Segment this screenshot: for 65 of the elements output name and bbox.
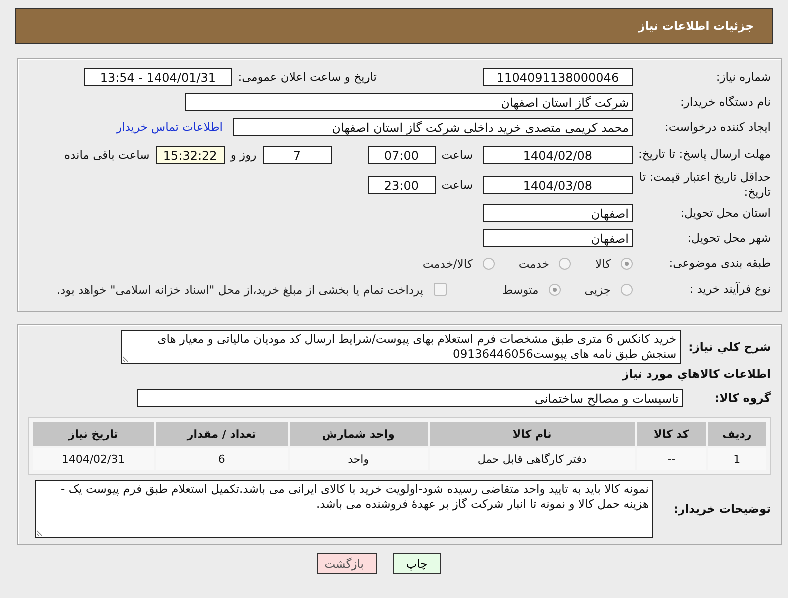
field-label: گروه کالا:: [714, 391, 771, 405]
checkbox[interactable]: [434, 283, 447, 296]
description-box[interactable]: خرید کانکس 6 متری طبق مشخصات فرم استعلام بهای پیوست/شرایط ارسال کد مودیان مالیاتی و معیار های سنجش طبق نامه های پیوست09136446056: [120, 330, 681, 364]
option-label: متوسط: [502, 282, 539, 296]
text-field[interactable]: اصفهان: [483, 204, 633, 222]
notes-box[interactable]: نمونه کالا باید به تایید واحد متقاضی رسیده شود-اولویت خرید با کالای ایرانی می باشد.تکمیل استعلام طبق فرم پیوست یک - هزینه حمل کالا و نمونه تا انبار شرکت گاز بر عهدهٔ فروشنده می باشد.: [35, 480, 653, 538]
field-label: استان محل تحویل:: [680, 206, 771, 220]
option-label: پرداخت تمام یا بخشی از مبلغ خرید،از محل "اسناد خزانه اسلامی" خواهد بود.: [56, 282, 424, 296]
table-cell: 6: [156, 448, 288, 470]
text-field[interactable]: تاسیسات و مصالح ساختمانی: [137, 389, 683, 407]
field-label: ساعت: [442, 178, 473, 192]
resize-grip-icon[interactable]: [122, 356, 129, 362]
table-cell: 1404/02/31: [33, 448, 154, 470]
countdown-field[interactable]: 15:32:22: [156, 146, 225, 164]
column-header: نام کالا: [430, 422, 636, 446]
column-header: واحد شمارش: [290, 422, 428, 446]
option-label: جزیی: [584, 282, 611, 296]
print-button[interactable]: چاپ: [393, 553, 441, 574]
field-label: مهلت ارسال پاسخ: تا تاریخ:: [637, 147, 771, 162]
column-header: ردیف: [708, 422, 766, 446]
page-title: جزئیات اطلاعات نیاز: [638, 19, 754, 33]
field-label: شماره نیاز:: [715, 70, 771, 84]
field-label: توضیحات خریدار:: [672, 502, 771, 516]
notes-text: نمونه کالا باید به تایید واحد متقاضی رسیده شود-اولویت خرید با کالای ایرانی می باشد.تکمیل استعلام طبق فرم پیوست یک - هزینه حمل کالا و نمونه تا انبار شرکت گاز بر عهدهٔ فروشنده می باشد.: [60, 482, 649, 512]
section-heading: اطلاعات کالاهاي مورد نياز: [621, 367, 771, 381]
text-field[interactable]: 1404/03/08: [483, 176, 633, 194]
field-label: شهر محل تحویل:: [686, 230, 771, 246]
option-label: خدمت: [518, 256, 550, 270]
column-header: تاریخ نیاز: [33, 422, 154, 446]
option-label: کالا/خدمت: [422, 256, 473, 270]
radio-button[interactable]: [621, 284, 633, 296]
field-label: نوع فرآیند خرید :: [688, 282, 771, 297]
text-field[interactable]: اصفهان: [483, 229, 633, 247]
field-label: شرح کلي نياز:: [688, 340, 771, 354]
back-button[interactable]: بازگشت: [317, 553, 377, 574]
radio-button[interactable]: [548, 284, 561, 296]
text-field[interactable]: 07:00: [368, 146, 436, 164]
radio-button[interactable]: [559, 258, 572, 270]
text-field[interactable]: محمد کریمی متصدی خرید داخلی شرکت گاز استان اصفهان: [233, 118, 633, 136]
field-label: ایجاد کننده درخواست:: [664, 120, 771, 134]
field-label: ساعت: [442, 148, 473, 162]
field-label: طبقه بندی موضوعی:: [668, 256, 771, 271]
field-label: نام دستگاه خریدار:: [679, 94, 771, 110]
radio-button[interactable]: [482, 258, 495, 270]
text-field[interactable]: 1404/02/08: [483, 146, 633, 164]
field-label: ساعت باقی مانده: [64, 148, 150, 162]
table-cell: --: [637, 448, 706, 470]
radio-button[interactable]: [621, 258, 633, 270]
table-cell: 1: [708, 448, 766, 470]
text-field[interactable]: شرکت گاز استان اصفهان: [185, 93, 633, 111]
table-cell: دفتر کارگاهی قابل حمل: [430, 448, 636, 470]
column-header: تعداد / مقدار: [156, 422, 288, 446]
table-cell: واحد: [290, 448, 428, 470]
field-label: روز و: [230, 148, 257, 162]
text-field[interactable]: 1404/01/31 - 13:54: [84, 68, 232, 86]
field-label: تاریخ و ساعت اعلان عمومی:: [238, 70, 377, 84]
resize-grip-icon[interactable]: [37, 530, 43, 536]
text-field[interactable]: 1104091138000046: [483, 68, 633, 86]
text-field[interactable]: 23:00: [368, 176, 436, 194]
text-field[interactable]: 7: [262, 146, 332, 164]
option-label: کالا: [595, 256, 611, 270]
description-text: خرید کانکس 6 متری طبق مشخصات فرم استعلام بهای پیوست/شرایط ارسال کد مودیان مالیاتی و معیار های سنجش طبق نامه های پیوست09136446056: [156, 332, 677, 362]
column-header: کد کالا: [637, 422, 706, 446]
contact-link[interactable]: اطلاعات تماس خریدار: [116, 120, 223, 134]
field-label: حداقل تاریخ اعتبار قیمت: تا تاریخ:: [638, 170, 771, 200]
